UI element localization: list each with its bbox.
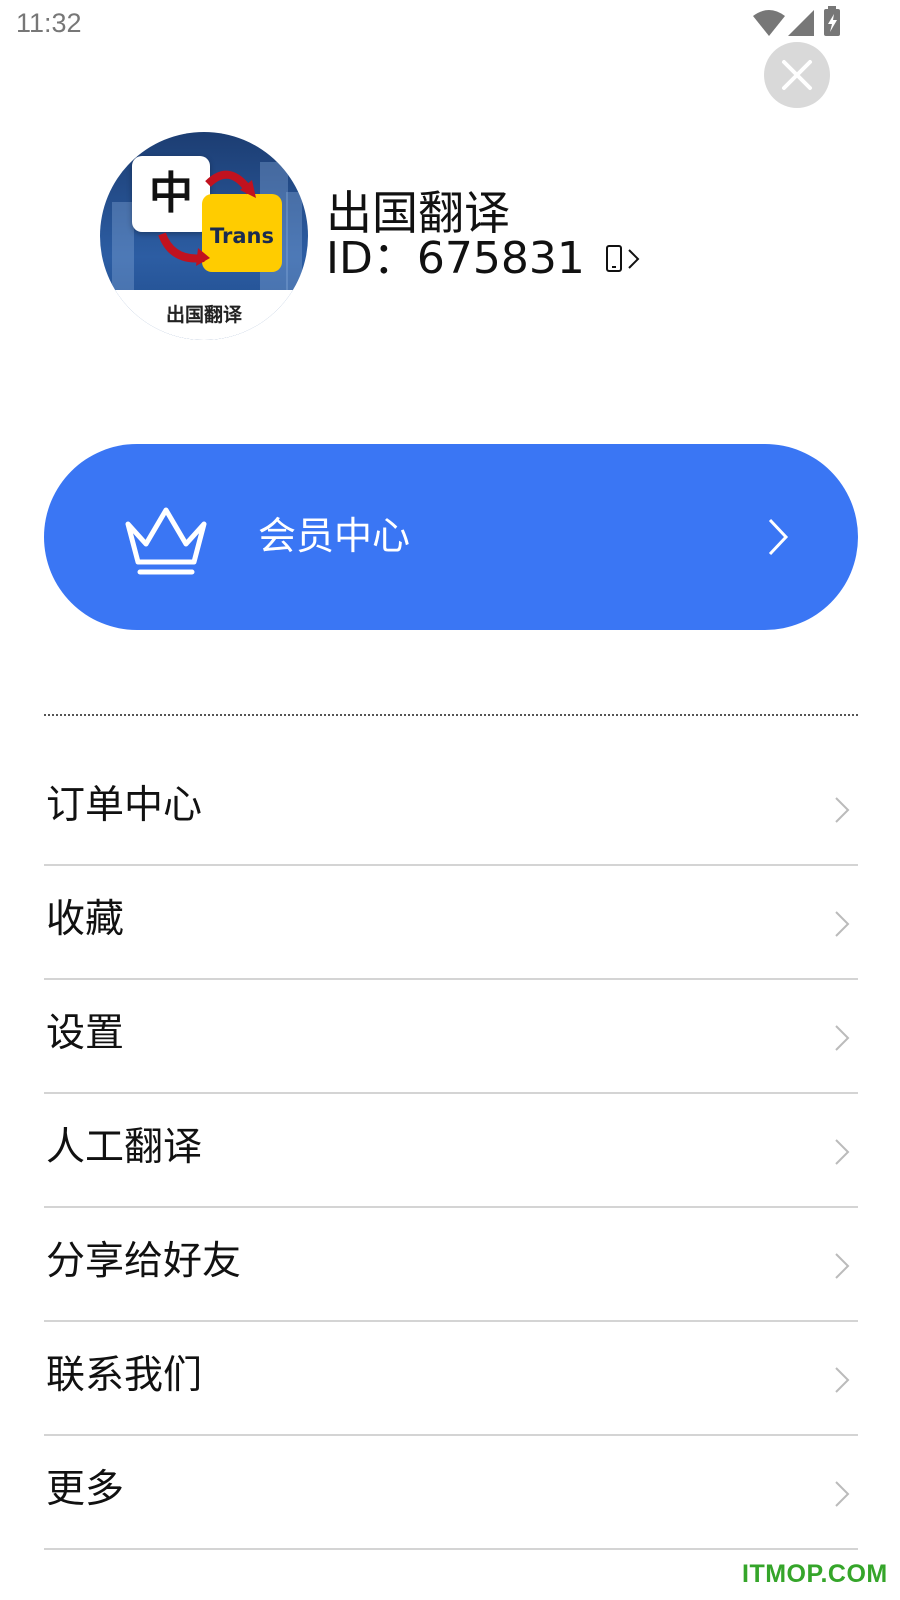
status-icons <box>752 6 848 40</box>
phone-bind-icon <box>605 245 640 272</box>
chevron-right-icon <box>835 1139 850 1165</box>
user-name: 出国翻译 <box>326 186 510 240</box>
menu-item-share[interactable]: 分享给好友 <box>44 1208 858 1322</box>
settings-menu: 订单中心 收藏 设置 人工翻译 分享给好友 联系我们 更多 <box>44 752 858 1550</box>
menu-item-label: 设置 <box>46 1011 125 1056</box>
avatar[interactable]: 中 Trans 出国翻译 <box>100 132 308 340</box>
chevron-right-icon <box>835 797 850 823</box>
menu-item-label: 更多 <box>46 1467 125 1512</box>
chevron-right-icon <box>835 1481 850 1507</box>
menu-item-label: 订单中心 <box>46 783 203 828</box>
chevron-right-icon <box>835 1253 850 1279</box>
menu-item-label: 人工翻译 <box>46 1125 203 1170</box>
status-time: 11:32 <box>16 8 82 38</box>
battery-charging-icon <box>824 6 840 36</box>
chevron-right-icon <box>835 1025 850 1051</box>
menu-item-human-translation[interactable]: 人工翻译 <box>44 1094 858 1208</box>
menu-item-label: 联系我们 <box>46 1353 203 1398</box>
user-id-row: ID：675831 <box>326 234 643 284</box>
close-icon <box>782 60 812 90</box>
menu-item-more[interactable]: 更多 <box>44 1436 858 1550</box>
menu-item-orders[interactable]: 订单中心 <box>44 752 858 866</box>
chevron-right-icon <box>835 1367 850 1393</box>
menu-item-label: 分享给好友 <box>46 1239 242 1284</box>
vip-center-label: 会员中心 <box>258 514 411 558</box>
menu-item-contact[interactable]: 联系我们 <box>44 1322 858 1436</box>
menu-item-settings[interactable]: 设置 <box>44 980 858 1094</box>
menu-item-favorites[interactable]: 收藏 <box>44 866 858 980</box>
avatar-caption: 出国翻译 <box>165 304 242 326</box>
signal-icon <box>788 10 814 36</box>
close-button[interactable] <box>764 42 830 108</box>
menu-item-label: 收藏 <box>46 897 125 942</box>
vip-center-banner[interactable]: 会员中心 <box>44 444 858 630</box>
user-id: ID：675831 <box>326 233 585 284</box>
chevron-right-icon <box>835 911 850 937</box>
section-divider <box>44 714 858 716</box>
crown-icon <box>125 507 207 575</box>
chevron-right-icon <box>768 518 789 556</box>
status-bar: 11:32 <box>0 0 900 50</box>
phone-bind-link[interactable] <box>605 244 643 274</box>
watermark: ITMOP.COM <box>742 1560 888 1588</box>
wifi-icon <box>753 10 785 36</box>
